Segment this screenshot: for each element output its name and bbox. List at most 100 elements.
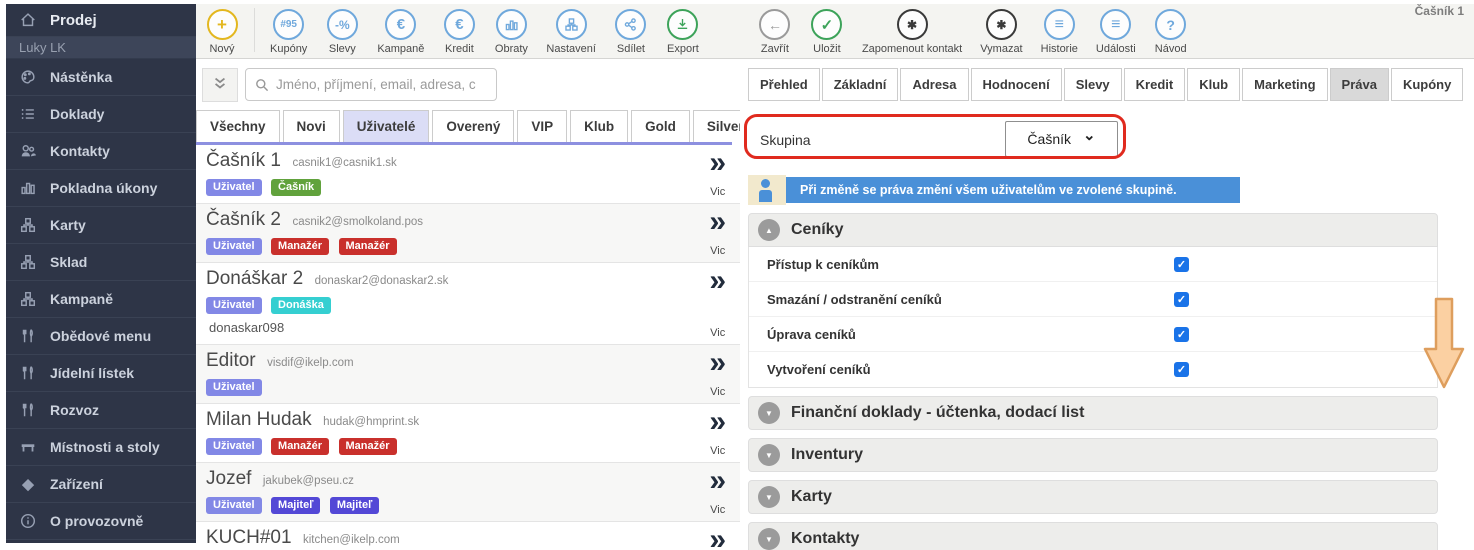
accordion-header-kontakty[interactable]: Kontakty — [748, 522, 1438, 550]
sidebar-item-karty[interactable]: Karty — [6, 207, 196, 244]
sidebar-item-prodej[interactable]: Prodej — [6, 4, 196, 37]
contact-row-kuch-01[interactable]: KUCH#01 kitchen@ikelp.com — [196, 522, 740, 550]
contact-more-button[interactable] — [709, 527, 726, 550]
role-badge: Uživatel — [206, 497, 262, 514]
tab-kredit[interactable]: Kredit — [1124, 68, 1186, 101]
checkbox-checked[interactable] — [1174, 327, 1189, 342]
double-chevron-right-icon — [709, 209, 726, 236]
toolbar-button-kupony[interactable]: #95 Kupóny — [261, 4, 316, 55]
tab-novi[interactable]: Novi — [283, 110, 340, 142]
tab-adresa[interactable]: Adresa — [900, 68, 968, 101]
bar-chart-icon — [18, 179, 38, 197]
delete-asterisk-icon: ✱ — [986, 9, 1017, 40]
checkbox-checked[interactable] — [1174, 257, 1189, 272]
contact-row-milan-hudak[interactable]: Milan Hudak hudak@hmprint.sk Uživatel Ma… — [196, 404, 740, 463]
toolbar-button-obraty[interactable]: Obraty — [485, 4, 537, 55]
tab-kupony[interactable]: Kupóny — [1391, 68, 1463, 101]
tab-prava[interactable]: Práva — [1330, 68, 1389, 101]
contact-name: Editor — [206, 350, 256, 371]
tab-gold[interactable]: Gold — [631, 110, 690, 142]
accordion-header-financni-doklady[interactable]: Finanční doklady - účtenka, dodací list — [748, 396, 1438, 430]
tab-silver[interactable]: Silver — [693, 110, 740, 142]
contact-more-button[interactable]: Vic — [709, 150, 726, 198]
home-icon — [18, 11, 38, 29]
sidebar-item-jidelni-listek[interactable]: Jídelní lístek — [6, 355, 196, 392]
sidebar-item-zarizeni[interactable]: ◆ Zařízení — [6, 466, 196, 503]
toolbar-button-zavrit[interactable]: ← Zavřít — [749, 4, 801, 55]
tab-prehled[interactable]: Přehled — [748, 68, 820, 101]
toolbar-button-udalosti[interactable]: ≡ Události — [1087, 4, 1145, 55]
permission-row: Smazání / odstranění ceníků — [749, 282, 1437, 317]
diamond-icon: ◆ — [18, 475, 38, 493]
contact-more-button[interactable]: Vic — [709, 268, 726, 339]
checkbox-checked[interactable] — [1174, 362, 1189, 377]
contact-more-button[interactable]: Vic — [709, 209, 726, 257]
toolbar-button-nastaveni[interactable]: Nastavení — [537, 4, 605, 55]
contact-row-jozef[interactable]: Jozef jakubek@pseu.cz Uživatel Majiteľ M… — [196, 463, 740, 522]
contact-more-button[interactable]: Vic — [709, 409, 726, 457]
contact-row-editor[interactable]: Editor visdif@ikelp.com Uživatel Vic — [196, 345, 740, 404]
sidebar-item-mistnosti-a-stoly[interactable]: Místnosti a stoly — [6, 429, 196, 466]
accordion-header-ceniky[interactable]: Ceníky — [748, 213, 1438, 247]
toolbar-button-novy[interactable]: + Nový — [196, 4, 248, 55]
chevron-down-icon — [758, 444, 780, 466]
contact-name: KUCH#01 — [206, 527, 292, 548]
permission-row: Vytvoření ceníků — [749, 352, 1437, 387]
share-icon — [615, 9, 646, 40]
toolbar-button-vymazat[interactable]: ✱ Vymazat — [971, 4, 1031, 55]
info-banner-text: Při změně se práva změní všem uživatelům… — [786, 177, 1240, 203]
permission-row: Přístup k ceníkům — [749, 247, 1437, 282]
sidebar-item-pokladna-ukony[interactable]: Pokladna úkony — [6, 170, 196, 207]
sidebar-item-doklady[interactable]: Doklady — [6, 96, 196, 133]
tab-vsechny[interactable]: Všechny — [196, 110, 280, 142]
contact-note: donaskar098 — [209, 320, 730, 335]
tab-marketing[interactable]: Marketing — [1242, 68, 1327, 101]
tab-overeny[interactable]: Overený — [432, 110, 514, 142]
forget-asterisk-icon: ✱ — [897, 9, 928, 40]
sidebar-item-kontakty[interactable]: Kontakty — [6, 133, 196, 170]
contact-row-casnik-1[interactable]: Čašník 1 casnik1@casnik1.sk Uživatel Čaš… — [196, 145, 740, 204]
sidebar-item-o-provozovne[interactable]: O provozovně — [6, 503, 196, 540]
toolbar-button-zapomenout-kontakt[interactable]: ✱ Zapomenout kontakt — [853, 4, 971, 55]
toolbar-button-kredit[interactable]: € Kredit — [433, 4, 485, 55]
accordion-header-karty[interactable]: Karty — [748, 480, 1438, 514]
contact-email: donaskar2@donaskar2.sk — [315, 275, 449, 287]
expand-filters-button[interactable] — [202, 68, 238, 102]
toolbar-button-sdilet[interactable]: Sdílet — [605, 4, 657, 55]
sidebar-item-rozvoz[interactable]: Rozvoz — [6, 392, 196, 429]
contact-more-button[interactable]: Vic — [709, 468, 726, 516]
sidebar-item-sklad[interactable]: Sklad — [6, 244, 196, 281]
tab-vip[interactable]: VIP — [517, 110, 567, 142]
tab-klub[interactable]: Klub — [570, 110, 628, 142]
tab-hodnoceni[interactable]: Hodnocení — [971, 68, 1062, 101]
history-lines-icon: ≡ — [1044, 9, 1075, 40]
current-user-label: Čašník 1 — [1415, 4, 1464, 18]
toolbar-button-navod[interactable]: ? Návod — [1145, 4, 1197, 55]
role-badge: Manažér — [271, 438, 329, 455]
tab-klub[interactable]: Klub — [1187, 68, 1240, 101]
search-input[interactable] — [276, 77, 488, 92]
toolbar-button-ulozit[interactable]: ✓ Uložit — [801, 4, 853, 55]
group-select[interactable]: Čašník — [1005, 121, 1118, 157]
double-chevron-down-icon — [211, 75, 229, 96]
contact-more-button[interactable]: Vic — [709, 350, 726, 398]
toolbar-button-historie[interactable]: ≡ Historie — [1032, 4, 1087, 55]
role-badge: Uživatel — [206, 379, 262, 396]
tab-zakladni[interactable]: Základní — [822, 68, 899, 101]
sidebar-subitem-luky-lk[interactable]: Luky LK — [6, 37, 196, 59]
chevron-down-icon — [758, 486, 780, 508]
tab-slevy[interactable]: Slevy — [1064, 68, 1122, 101]
accordion-header-inventury[interactable]: Inventury — [748, 438, 1438, 472]
chevron-up-icon — [758, 219, 780, 241]
events-lines-icon: ≡ — [1100, 9, 1131, 40]
tab-uzivatele[interactable]: Uživatelé — [343, 110, 430, 142]
sidebar-item-nastenka[interactable]: Nástěnka — [6, 59, 196, 96]
sidebar-item-obedove-menu[interactable]: Obědové menu — [6, 318, 196, 355]
toolbar-button-slevy[interactable]: -% Slevy — [316, 4, 368, 55]
sidebar-item-kampane[interactable]: Kampaně — [6, 281, 196, 318]
contact-row-casnik-2[interactable]: Čašník 2 casnik2@smolkoland.pos Uživatel… — [196, 204, 740, 263]
checkbox-checked[interactable] — [1174, 292, 1189, 307]
toolbar-button-export[interactable]: Export — [657, 4, 709, 55]
toolbar-button-kampane[interactable]: € Kampaně — [368, 4, 433, 55]
contact-row-donaskar-2[interactable]: Donáškar 2 donaskar2@donaskar2.sk Uživat… — [196, 263, 740, 345]
